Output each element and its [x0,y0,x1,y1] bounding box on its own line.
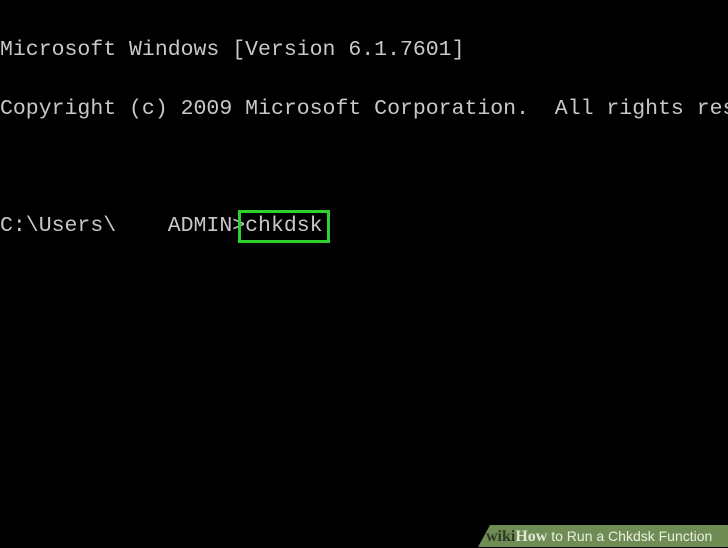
highlighted-command: chkdsk [238,209,330,243]
article-title: to Run a Chkdsk Function [547,528,713,544]
prompt-path: C:\Users\ ADMIN> [0,213,246,238]
terminal-line: Copyright (c) 2009 Microsoft Corporation… [0,96,728,121]
wikihow-watermark: wikiHow to Run a Chkdsk Function [478,525,728,547]
command-prompt-window[interactable]: Microsoft Windows [Version 6.1.7601] Cop… [0,2,728,256]
prompt-line[interactable]: C:\Users\ ADMIN>chkdsk [0,209,728,243]
wiki-logo-text: wiki [486,528,516,545]
how-logo-text: How [515,528,548,545]
terminal-line: Microsoft Windows [Version 6.1.7601] [0,38,465,62]
